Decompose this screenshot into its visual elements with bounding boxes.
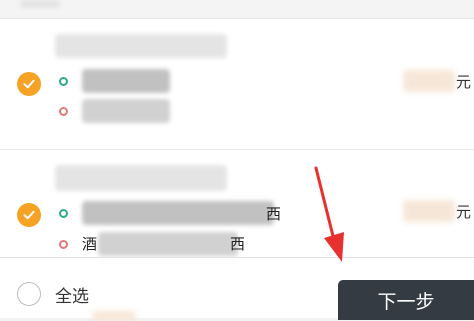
cart-item-2[interactable]: 西 酒 西 元 [0, 150, 474, 257]
redacted-origin-text [82, 201, 274, 225]
redacted-origin-text [82, 69, 170, 93]
item-checkbox-checked[interactable] [17, 72, 41, 96]
origin-dot-icon [59, 209, 68, 218]
checkmark-icon [23, 210, 35, 220]
destination-dot-icon [59, 240, 68, 249]
redacted-total [92, 311, 136, 321]
checkout-bar: 全选 下一步 [0, 257, 474, 321]
checkmark-icon [23, 79, 35, 89]
origin-text-fragment: 西 [266, 205, 282, 223]
redacted-item-title [55, 34, 227, 58]
next-step-button[interactable]: 下一步 [338, 280, 474, 320]
origin-dot-icon [59, 77, 68, 86]
select-all-label[interactable]: 全选 [55, 282, 89, 307]
top-strip [0, 0, 474, 19]
redacted-destination-text [82, 99, 170, 123]
price-unit: 元 [456, 73, 472, 91]
cart-item-1[interactable]: 元 [0, 19, 474, 150]
destination-dot-icon [59, 107, 68, 116]
destination-text-fragment-end: 西 [230, 235, 246, 253]
redacted-item-title [55, 165, 227, 191]
item-checkbox-checked[interactable] [17, 203, 41, 227]
redacted-price [403, 200, 455, 222]
destination-text-fragment: 酒 [82, 235, 98, 253]
redacted-price [403, 70, 455, 92]
redacted-destination-text [98, 232, 238, 256]
price-unit: 元 [456, 203, 472, 221]
redacted-header-text [20, 0, 60, 8]
select-all-checkbox[interactable] [17, 282, 41, 306]
